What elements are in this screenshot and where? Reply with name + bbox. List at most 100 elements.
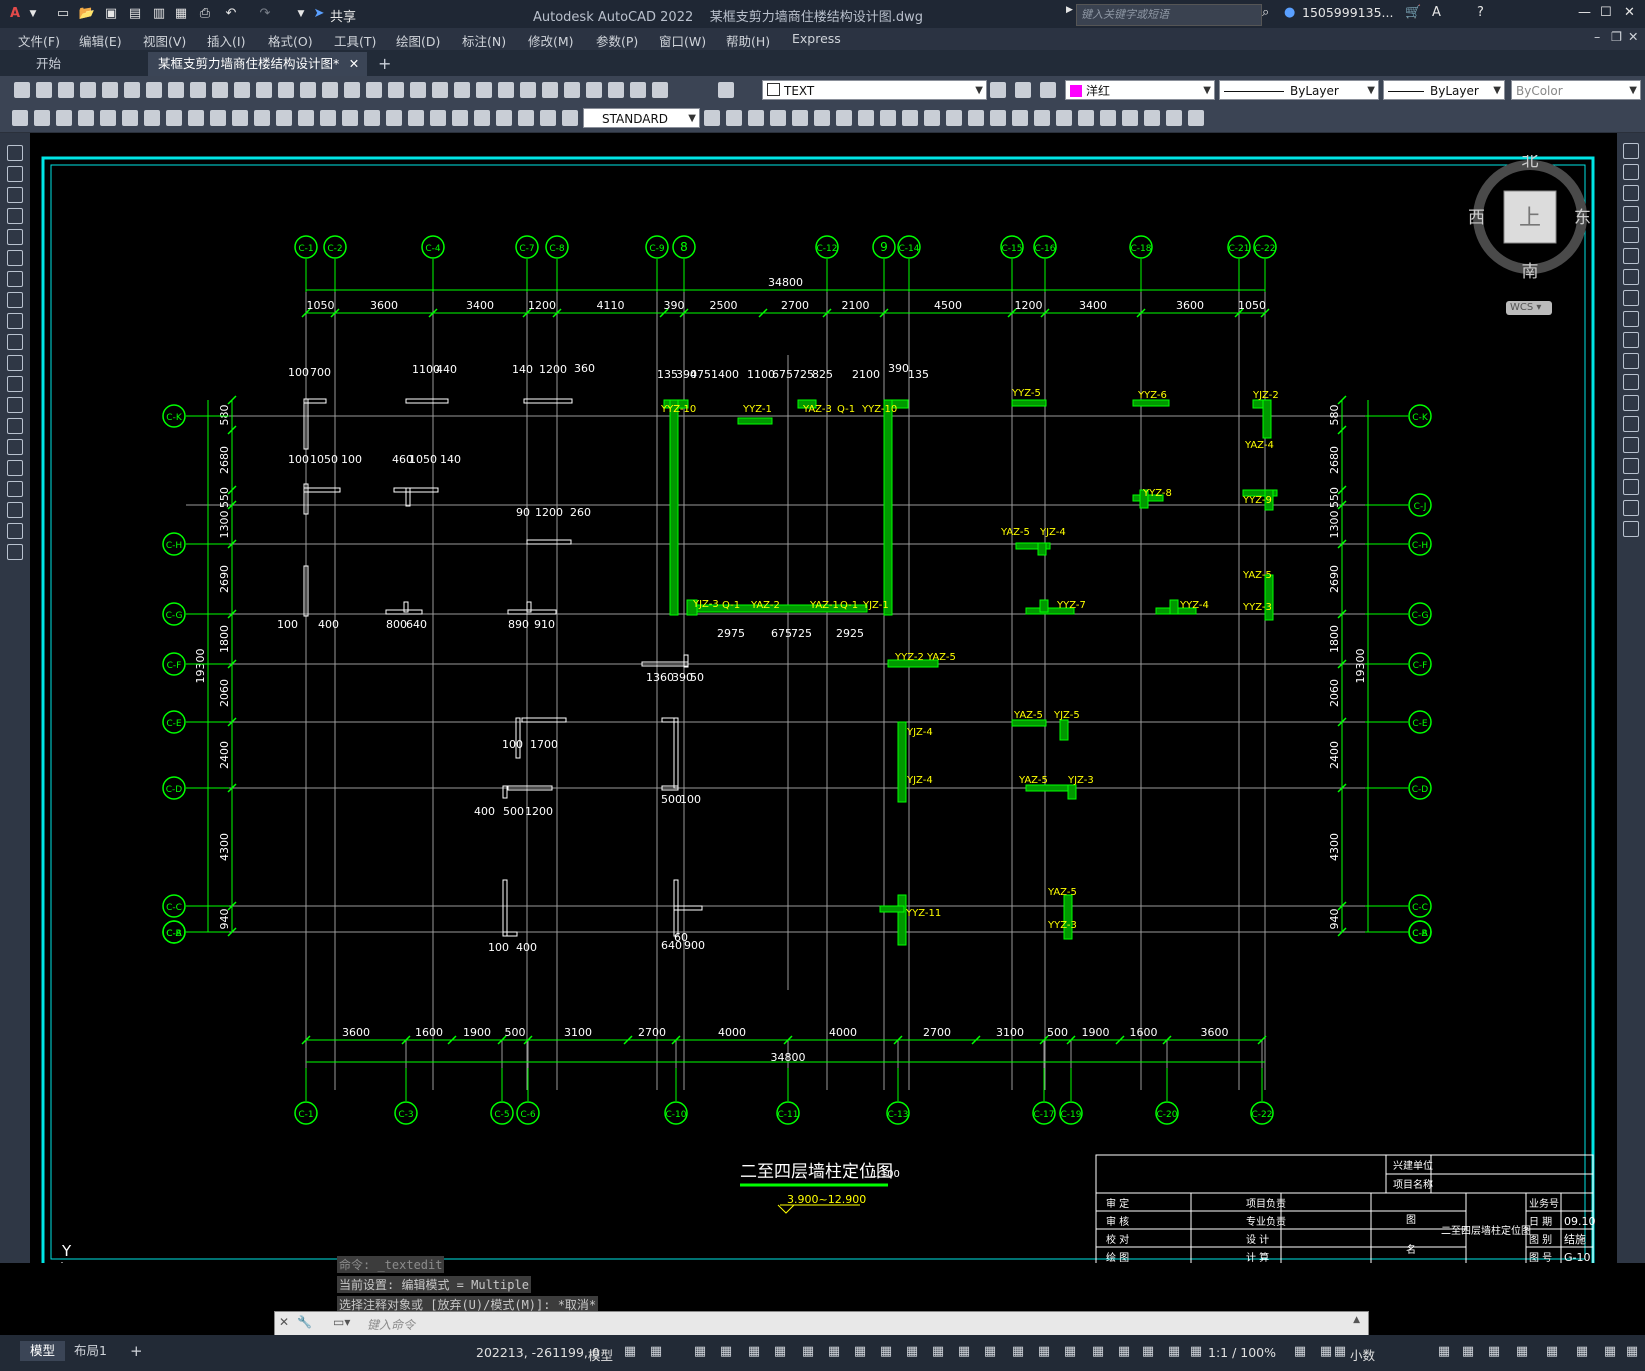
dim-tool-icon-3[interactable]: [78, 110, 94, 126]
toolbar-tool-icon-9[interactable]: [212, 82, 228, 98]
app-menu-arrow-icon[interactable]: ▼: [24, 5, 42, 23]
toolbar-tool-icon-11[interactable]: [256, 82, 272, 98]
toolbar-tool-icon-7[interactable]: [168, 82, 184, 98]
units-menu[interactable]: 小数: [1350, 1345, 1375, 1364]
toolbar-tool-icon-24[interactable]: [542, 82, 558, 98]
compass-south[interactable]: 南: [1522, 262, 1539, 282]
dim-tool-icon-11[interactable]: [254, 110, 270, 126]
toolbar-tool-icon-23[interactable]: [520, 82, 536, 98]
compass-east[interactable]: 东: [1574, 208, 1591, 228]
draw-tool-icon-7[interactable]: [7, 292, 23, 308]
dim-tool-icon-25[interactable]: [562, 110, 578, 126]
status-toggle-icon-29[interactable]: ▦: [1544, 1344, 1560, 1360]
tab-drawing[interactable]: 某框支剪力墙商住楼结构设计图* ✕: [148, 52, 368, 76]
tab-layout1[interactable]: 布局1: [64, 1341, 117, 1361]
share-icon[interactable]: ➤: [310, 5, 328, 23]
draw-tool-icon-0[interactable]: [7, 145, 23, 161]
user-icon[interactable]: ●: [1284, 5, 1295, 20]
viewcube[interactable]: 上 北 南 西 东 WCS ▾: [1468, 151, 1592, 315]
modify-tool-icon-13[interactable]: [1623, 416, 1639, 432]
annotation-scale[interactable]: 1:1 / 100%: [1208, 1345, 1276, 1360]
dim-tool-icon-47[interactable]: [1166, 110, 1182, 126]
status-toggle-icon-7[interactable]: ▦: [826, 1344, 842, 1360]
linetype-combo[interactable]: ByLayer ▼: [1219, 80, 1379, 100]
status-toggle-icon-10[interactable]: ▦: [904, 1344, 920, 1360]
status-toggle-icon-6[interactable]: ▦: [800, 1344, 816, 1360]
toolbar-tool-icon-1[interactable]: [36, 82, 52, 98]
draw-tool-icon-6[interactable]: [7, 271, 23, 287]
dim-tool-icon-17[interactable]: [386, 110, 402, 126]
modify-tool-icon-2[interactable]: [1623, 185, 1639, 201]
modify-tool-icon-9[interactable]: [1623, 332, 1639, 348]
status-toggle-icon-25[interactable]: ▦: [1436, 1344, 1452, 1360]
dim-tool-icon-41[interactable]: [1034, 110, 1050, 126]
dim-tool-icon-40[interactable]: [1012, 110, 1028, 126]
toolbar-tool-icon-0[interactable]: [14, 82, 30, 98]
maximize-window-icon[interactable]: ☐: [1600, 5, 1612, 20]
status-toggle-icon-16[interactable]: ▦: [1062, 1344, 1078, 1360]
modify-tool-icon-17[interactable]: [1623, 500, 1639, 516]
toolbar-tool-icon-5[interactable]: [124, 82, 140, 98]
toolbar-tool-icon-28[interactable]: [630, 82, 646, 98]
minimize-window-icon[interactable]: —: [1578, 5, 1591, 20]
draw-tool-icon-2[interactable]: [7, 187, 23, 203]
toolbar-tool-icon-32[interactable]: [1015, 82, 1031, 98]
menu-format[interactable]: 格式(O): [268, 31, 313, 50]
dim-tool-icon-43[interactable]: [1078, 110, 1094, 126]
draw-tool-icon-3[interactable]: [7, 208, 23, 224]
dim-tool-icon-21[interactable]: [474, 110, 490, 126]
dim-tool-icon-33[interactable]: [858, 110, 874, 126]
toolbar-tool-icon-20[interactable]: [454, 82, 470, 98]
wcs-menu[interactable]: WCS ▾: [1506, 301, 1552, 315]
draw-tool-icon-4[interactable]: [7, 229, 23, 245]
draw-tool-icon-19[interactable]: [7, 544, 23, 560]
status-toggle-icon-20[interactable]: ▦: [1166, 1344, 1182, 1360]
command-history-arrow-icon[interactable]: ▲: [1353, 1315, 1360, 1325]
dim-tool-icon-6[interactable]: [144, 110, 160, 126]
dim-tool-icon-45[interactable]: [1122, 110, 1138, 126]
dim-tool-icon-5[interactable]: [122, 110, 138, 126]
status-toggle-icon-14[interactable]: ▦: [1010, 1344, 1026, 1360]
status-toggle-icon-27[interactable]: ▦: [1486, 1344, 1502, 1360]
dim-tool-icon-20[interactable]: [452, 110, 468, 126]
draw-tool-icon-13[interactable]: [7, 418, 23, 434]
toolbar-tool-icon-31[interactable]: [990, 82, 1006, 98]
dim-tool-icon-22[interactable]: [496, 110, 512, 126]
modify-tool-icon-7[interactable]: [1623, 290, 1639, 306]
status-toggle-icon-30[interactable]: ▦: [1574, 1344, 1590, 1360]
dim-style-combo[interactable]: STANDARD ▼: [583, 108, 700, 128]
dim-tool-icon-42[interactable]: [1056, 110, 1072, 126]
dim-tool-icon-31[interactable]: [814, 110, 830, 126]
autodesk-a360-icon[interactable]: A: [1432, 5, 1441, 20]
status-toggle-icon-4[interactable]: ▦: [746, 1344, 762, 1360]
draw-tool-icon-18[interactable]: [7, 523, 23, 539]
dim-tool-icon-37[interactable]: [946, 110, 962, 126]
layer-color-combo[interactable]: 洋红 ▼: [1065, 80, 1215, 100]
toolbar-tool-icon-3[interactable]: [80, 82, 96, 98]
close-window-icon[interactable]: ✕: [1624, 5, 1635, 20]
dim-tool-icon-32[interactable]: [836, 110, 852, 126]
dim-tool-icon-7[interactable]: [166, 110, 182, 126]
status-toggle-icon-31[interactable]: ▦: [1602, 1344, 1618, 1360]
menu-file[interactable]: 文件(F): [18, 31, 60, 50]
status-toggle-icon-11[interactable]: ▦: [930, 1344, 946, 1360]
autocad-logo-icon[interactable]: A: [6, 5, 24, 23]
save-icon[interactable]: ▣: [102, 5, 120, 23]
plotstyle-combo[interactable]: ByColor ▼: [1511, 80, 1641, 100]
dim-tool-icon-9[interactable]: [210, 110, 226, 126]
modify-tool-icon-14[interactable]: [1623, 437, 1639, 453]
menu-parametric[interactable]: 参数(P): [596, 31, 638, 50]
status-toggle-icon-2[interactable]: ▦: [692, 1344, 708, 1360]
status-toggle-icon-18[interactable]: ▦: [1116, 1344, 1132, 1360]
toolbar-tool-icon-4[interactable]: [102, 82, 118, 98]
save-as-icon[interactable]: ▤: [126, 5, 144, 23]
dim-tool-icon-19[interactable]: [430, 110, 446, 126]
dim-tool-icon-35[interactable]: [902, 110, 918, 126]
modify-tool-icon-4[interactable]: [1623, 227, 1639, 243]
model-space-toggle[interactable]: 模型: [588, 1345, 613, 1364]
help-icon[interactable]: ?: [1477, 5, 1484, 20]
save-web-icon[interactable]: ▦: [172, 5, 190, 23]
plot-icon[interactable]: ⎙: [196, 5, 214, 23]
toolbar-tool-icon-13[interactable]: [300, 82, 316, 98]
command-prompt-icon[interactable]: ▭▾: [333, 1315, 350, 1329]
